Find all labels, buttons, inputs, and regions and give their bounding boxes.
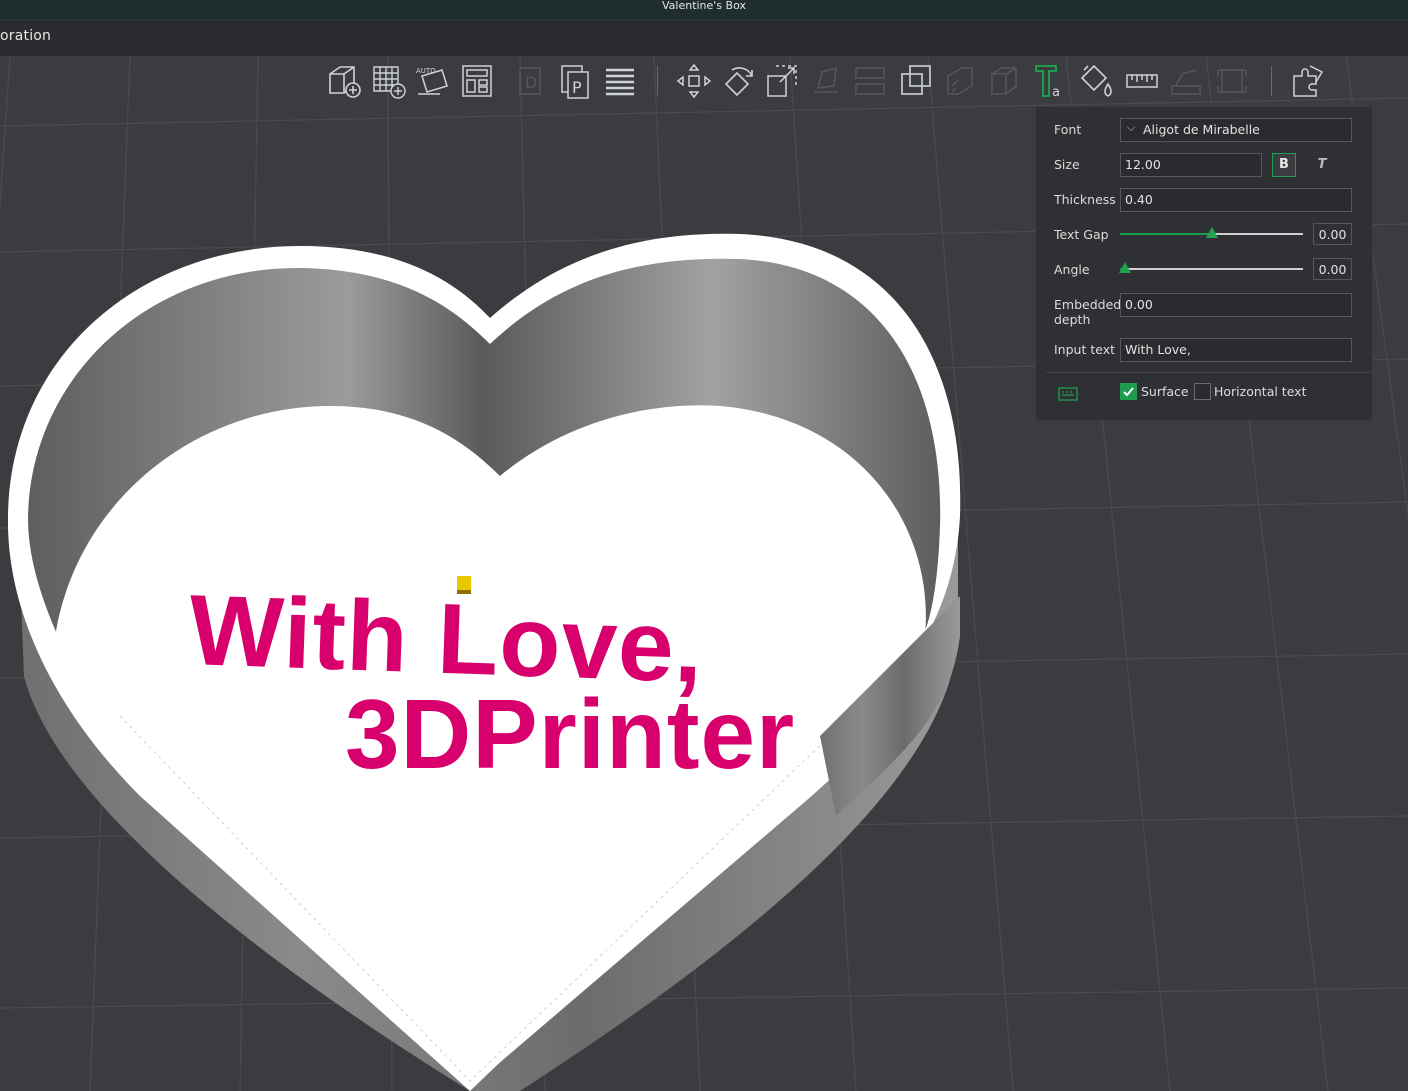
size-input[interactable]: 12.00	[1120, 153, 1262, 177]
angle-value[interactable]: 0.00	[1313, 258, 1352, 280]
font-label: Font	[1054, 122, 1082, 137]
angle-slider[interactable]	[1119, 262, 1303, 273]
thickness-label: Thickness	[1054, 192, 1116, 207]
text-gap-slider-fill	[1120, 233, 1212, 235]
input-text-label: Input text	[1054, 342, 1116, 357]
split-objects-icon[interactable]: D	[514, 62, 550, 100]
window-title: Valentine's Box	[661, 0, 746, 12]
title-bar: Valentine's Box	[0, 0, 1408, 20]
angle-slider-thumb[interactable]	[1119, 262, 1131, 273]
text-gap-value[interactable]: 0.00	[1313, 223, 1352, 245]
add-object-icon[interactable]	[326, 62, 362, 100]
seam-paint-icon[interactable]	[986, 62, 1022, 100]
bold-button[interactable]: B	[1272, 153, 1296, 177]
font-select-value: Aligot de Mirabelle	[1143, 122, 1260, 137]
move-icon[interactable]	[676, 62, 712, 100]
place-on-face-icon[interactable]	[808, 62, 844, 100]
check-icon	[1123, 387, 1134, 397]
surface-checkbox[interactable]	[1120, 383, 1137, 400]
main-toolbar: AUTO D P a	[320, 60, 1340, 104]
toolbar-separator	[657, 66, 658, 96]
chevron-down-icon: ⌵	[1127, 121, 1136, 134]
boolean-icon[interactable]	[898, 62, 934, 100]
toolbar-separator	[1271, 66, 1272, 96]
italic-button[interactable]: T	[1312, 153, 1332, 177]
horizontal-text-label: Horizontal text	[1214, 384, 1307, 399]
measure-icon[interactable]	[1124, 62, 1160, 100]
size-label: Size	[1054, 157, 1080, 172]
svg-text:D: D	[525, 73, 537, 92]
keyboard-icon[interactable]	[1058, 386, 1078, 405]
angle-label: Angle	[1054, 262, 1090, 277]
assembly-view-icon[interactable]	[1290, 62, 1326, 100]
text-gap-slider[interactable]	[1120, 227, 1303, 238]
split-parts-icon[interactable]: P	[558, 62, 594, 100]
input-text-field[interactable]: With Love,	[1120, 338, 1352, 362]
svg-text:a: a	[1052, 85, 1060, 100]
text-anchor-shadow	[457, 590, 471, 594]
brim-ears-icon[interactable]	[1168, 62, 1204, 100]
color-paint-icon[interactable]	[1078, 62, 1114, 100]
scale-icon[interactable]	[764, 62, 800, 100]
horizontal-text-checkbox[interactable]	[1194, 383, 1211, 400]
embedded-depth-label-1: Embedded	[1054, 297, 1122, 312]
font-select[interactable]: ⌵ Aligot de Mirabelle	[1120, 118, 1352, 142]
add-plate-icon[interactable]	[370, 62, 406, 100]
panel-divider	[1046, 372, 1371, 373]
embedded-depth-input[interactable]: 0.00	[1120, 293, 1352, 317]
layers-icon[interactable]	[602, 62, 638, 100]
svg-text:P: P	[572, 78, 582, 97]
arrange-icon[interactable]	[458, 62, 494, 100]
text-emboss-icon[interactable]: a	[1032, 62, 1068, 100]
auto-orient-icon[interactable]: AUTO	[414, 62, 450, 100]
support-paint-icon[interactable]	[942, 62, 978, 100]
thickness-input[interactable]: 0.40	[1120, 188, 1352, 212]
rotate-icon[interactable]	[720, 62, 756, 100]
tab-bar: oration	[0, 20, 1408, 56]
svg-text:AUTO: AUTO	[416, 67, 436, 75]
text-emboss-panel: Font ⌵ Aligot de Mirabelle Size 12.00 B …	[1035, 106, 1373, 421]
text-gap-slider-thumb[interactable]	[1206, 227, 1218, 238]
text-anchor-handle[interactable]	[457, 576, 471, 590]
tab-preparation[interactable]: oration	[0, 28, 51, 44]
text-gap-label: Text Gap	[1054, 227, 1109, 242]
surface-label: Surface	[1141, 384, 1189, 399]
assembly-icon[interactable]	[1214, 62, 1250, 100]
embedded-depth-label-2: depth	[1054, 312, 1091, 327]
cut-icon[interactable]	[852, 62, 888, 100]
embossed-text-line-2: 3DPrinter	[345, 679, 795, 789]
